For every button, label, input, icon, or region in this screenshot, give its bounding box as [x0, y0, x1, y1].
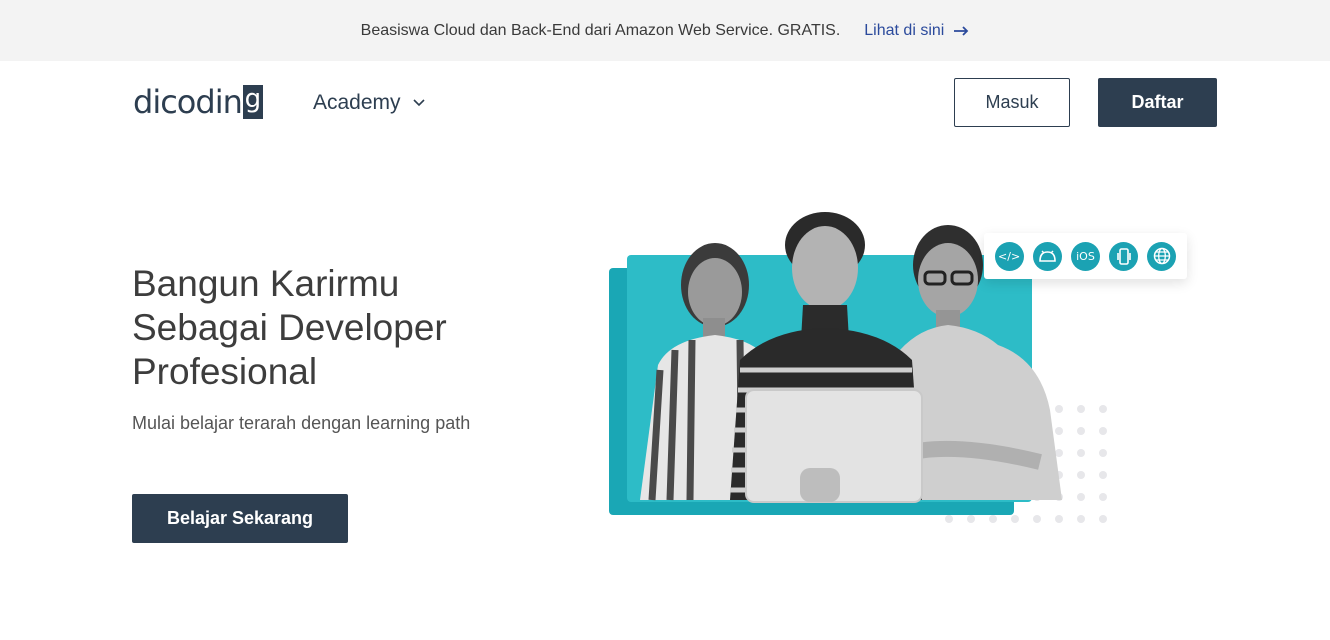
- logo-g-box: g: [242, 85, 263, 119]
- academy-menu[interactable]: Academy: [313, 88, 425, 118]
- hero-title: Bangun Karirmu Sebagai Developer Profesi…: [132, 262, 552, 394]
- hero-title-line: Sebagai Developer: [132, 307, 447, 348]
- arrow-right-icon: [954, 25, 969, 36]
- ios-icon: iOS: [1070, 241, 1100, 271]
- hero-illustration: </> iOS: [600, 200, 1187, 540]
- hero-subtitle: Mulai belajar terarah dengan learning pa…: [132, 413, 471, 433]
- announcement-link-label: Lihat di sini: [864, 21, 945, 39]
- chevron-down-icon: [412, 99, 425, 107]
- announcement-bar: Beasiswa Cloud dan Back-End dari Amazon …: [0, 0, 1330, 61]
- hero-title-line: Profesional: [132, 351, 318, 392]
- register-button[interactable]: Daftar: [1098, 78, 1217, 127]
- android-icon: [1032, 241, 1062, 271]
- academy-menu-label: Academy: [313, 91, 401, 114]
- web-icon: [1147, 241, 1177, 271]
- logo-wordmark: dicodin: [133, 83, 243, 121]
- multiplatform-icon: [1109, 241, 1139, 271]
- start-learning-button[interactable]: Belajar Sekarang: [132, 494, 348, 543]
- person-center: [730, 212, 923, 503]
- login-button[interactable]: Masuk: [954, 78, 1070, 127]
- announcement-link[interactable]: Lihat di sini: [864, 22, 969, 40]
- announcement-text: Beasiswa Cloud dan Back-End dari Amazon …: [360, 21, 841, 39]
- hero-title-line: Bangun Karirmu: [132, 263, 400, 304]
- tech-icon-bar: </> iOS: [984, 233, 1187, 279]
- dicoding-logo[interactable]: dicodin g: [133, 83, 263, 121]
- code-icon: </>: [994, 241, 1024, 271]
